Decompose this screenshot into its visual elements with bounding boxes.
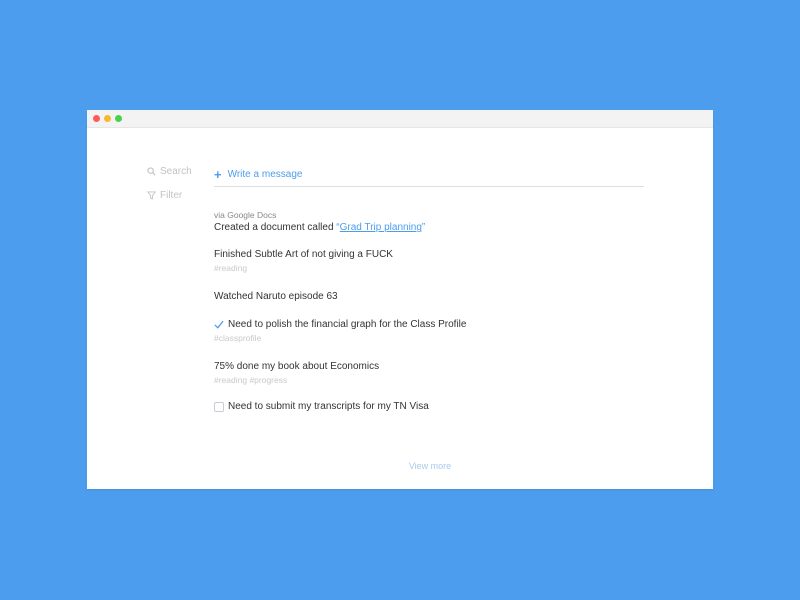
item-tags[interactable]: #reading #progress xyxy=(214,375,644,385)
feed-item: 75% done my book about Economics #readin… xyxy=(214,361,644,385)
item-tags[interactable]: #reading xyxy=(214,263,644,273)
close-quote: ” xyxy=(421,222,426,233)
plus-icon: + xyxy=(214,166,222,182)
item-text-prefix: Created a document called xyxy=(214,222,337,233)
maximize-window-button[interactable] xyxy=(115,115,122,122)
write-message-label: Write a message xyxy=(227,168,303,180)
search-icon xyxy=(147,167,156,176)
item-text: 75% done my book about Economics xyxy=(214,361,380,372)
filter-button[interactable]: Filter xyxy=(147,190,182,201)
feed-item-document: via Google Docs Created a document calle… xyxy=(214,210,644,233)
view-more-link[interactable]: View more xyxy=(87,461,713,471)
feed-item-task: Need to polish the financial graph for t… xyxy=(214,319,644,343)
write-message-input[interactable]: + Write a message xyxy=(214,162,644,187)
minimize-window-button[interactable] xyxy=(104,115,111,122)
item-text: Finished Subtle Art of not giving a FUCK xyxy=(214,249,393,260)
item-tags[interactable]: #classprofile xyxy=(214,333,644,343)
feed-item-task: Need to submit my transcripts for my TN … xyxy=(214,401,644,412)
window-titlebar xyxy=(87,110,713,128)
feed-item: Watched Naruto episode 63 xyxy=(214,291,644,302)
search-label: Search xyxy=(160,166,192,177)
filter-label: Filter xyxy=(160,190,183,201)
close-window-button[interactable] xyxy=(93,115,100,122)
item-source: via Google Docs xyxy=(214,210,277,220)
task-checkbox-unchecked[interactable] xyxy=(214,401,224,412)
filter-icon xyxy=(147,191,156,200)
item-text: Watched Naruto episode 63 xyxy=(214,291,338,302)
app-window: Search Filter + Write a message via Goog… xyxy=(87,110,713,489)
item-text: Need to submit my transcripts for my TN … xyxy=(228,401,429,412)
item-text: Created a document called “Grad Trip pla… xyxy=(214,222,644,233)
task-checkbox-checked[interactable] xyxy=(214,320,224,330)
activity-feed: via Google Docs Created a document calle… xyxy=(214,210,644,412)
feed-item: Finished Subtle Art of not giving a FUCK… xyxy=(214,249,644,273)
checkmark-icon xyxy=(214,320,224,328)
search-button[interactable]: Search xyxy=(147,166,192,177)
document-link[interactable]: Grad Trip planning xyxy=(340,222,422,233)
item-text: Need to polish the financial graph for t… xyxy=(228,319,467,330)
